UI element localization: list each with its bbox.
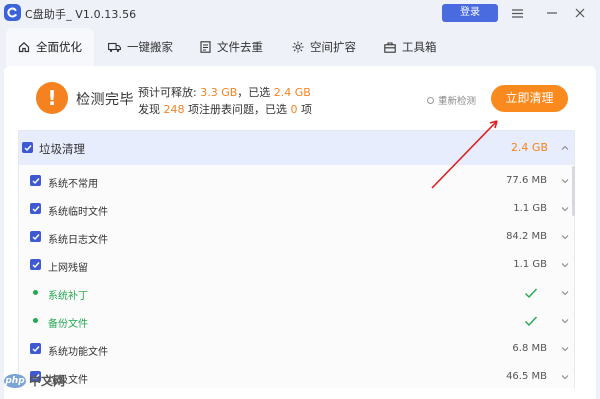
list-item[interactable]: 系统功能文件 6.8 MB <box>19 335 574 363</box>
home-icon <box>18 41 30 53</box>
item-label: 上网残留 <box>48 263 88 274</box>
item-size: 77.6 MB <box>506 175 547 186</box>
tab-label: 空间扩容 <box>310 40 356 54</box>
tab-full-optimize[interactable]: 全面优化 <box>6 28 94 66</box>
chevron-down-icon[interactable] <box>560 372 570 382</box>
list-item[interactable]: 备份文件 <box>19 307 574 335</box>
chevron-down-icon[interactable] <box>560 260 570 270</box>
chevron-down-icon[interactable] <box>560 316 570 326</box>
tab-space-expand[interactable]: 空间扩容 <box>292 28 372 66</box>
registry-mid-label: 项注册表问题，已选 <box>188 103 287 116</box>
tab-toolbox[interactable]: 工具箱 <box>384 28 464 66</box>
close-icon[interactable] <box>568 2 592 24</box>
app-logo-icon <box>4 4 21 21</box>
chevron-down-icon[interactable] <box>560 176 570 186</box>
category-label: 垃圾清理 <box>39 142 85 156</box>
release-total: 3.3 GB <box>200 86 238 99</box>
chevron-down-icon[interactable] <box>560 232 570 242</box>
registry-summary: 发现 248 项注册表问题，已选 0 项 <box>138 101 312 117</box>
check-mark-icon <box>525 316 538 327</box>
category-checkbox[interactable] <box>22 142 33 153</box>
list-item[interactable]: 系统日志文件 84.2 MB <box>19 223 574 251</box>
chevron-down-icon[interactable] <box>560 204 570 214</box>
item-size: 46.5 MB <box>506 371 547 382</box>
tab-one-click-move[interactable]: 一键搬家 <box>108 28 188 66</box>
minimize-icon[interactable] <box>540 2 564 24</box>
list-scrollbar[interactable] <box>572 166 575 216</box>
login-button[interactable]: 登录 <box>442 4 498 22</box>
item-size: 84.2 MB <box>506 231 547 242</box>
tab-file-dedup[interactable]: 文件去重 <box>200 28 280 66</box>
release-selected: 2.4 GB <box>273 86 311 99</box>
item-label: 系统临时文件 <box>48 207 108 218</box>
list-item[interactable]: 上网残留 1.1 GB <box>19 251 574 279</box>
item-checkbox[interactable] <box>30 343 41 354</box>
registry-selected: 0 <box>290 103 298 116</box>
registry-label: 发现 <box>138 103 160 116</box>
menu-icon[interactable] <box>505 2 529 24</box>
check-mark-icon <box>525 288 538 299</box>
chevron-up-icon[interactable] <box>560 143 570 153</box>
release-summary: 预计可释放: 3.3 GB，已选 2.4 GB <box>138 84 311 100</box>
item-label: 系统不常用 <box>48 179 98 190</box>
tab-label: 工具箱 <box>402 40 437 54</box>
item-checkbox[interactable] <box>30 203 41 214</box>
item-checkbox[interactable] <box>30 259 41 270</box>
file-icon <box>200 41 211 53</box>
item-label: 系统补丁 <box>48 291 88 302</box>
title-bar: C盘助手_ V1.0.13.56 登录 <box>0 0 600 28</box>
item-label: 系统日志文件 <box>48 235 108 246</box>
php-logo-icon: php <box>4 373 26 388</box>
item-label: 备份文件 <box>48 319 88 330</box>
registry-suffix: 项 <box>301 103 312 116</box>
rescan-link[interactable]: 重新检测 <box>427 93 476 107</box>
release-label: 预计可释放: <box>138 86 197 99</box>
watermark: php 中文网 <box>4 372 65 389</box>
item-size: 6.8 MB <box>512 343 547 354</box>
chevron-down-icon[interactable] <box>560 288 570 298</box>
rescan-label: 重新检测 <box>438 96 477 107</box>
warning-icon: ! <box>36 82 68 114</box>
category-row[interactable]: 垃圾清理 2.4 GB <box>19 131 574 165</box>
list-item[interactable]: 系统不常用 77.6 MB <box>19 167 574 195</box>
status-dot-icon <box>33 318 38 323</box>
scan-status-title: 检测完毕 <box>76 92 134 108</box>
expand-icon <box>292 41 304 53</box>
rescan-icon <box>427 96 434 104</box>
list-item[interactable]: 垃圾文件 46.5 MB <box>19 363 574 388</box>
main-tabs: 全面优化 一键搬家 文件去重 空间扩容 工具箱 <box>0 28 600 66</box>
list-item[interactable]: 系统临时文件 1.1 GB <box>19 195 574 223</box>
item-label: 系统功能文件 <box>48 347 108 358</box>
item-size: 1.1 GB <box>513 259 547 270</box>
app-title: C盘助手_ V1.0.13.56 <box>25 8 137 21</box>
chevron-down-icon[interactable] <box>560 344 570 354</box>
cleanup-list: 垃圾清理 2.4 GB 系统不常用 77.6 MB 系统临时文件 1.1 GB 系统日志… <box>18 130 575 388</box>
release-selected-label: ，已选 <box>237 86 271 99</box>
item-checkbox[interactable] <box>30 231 41 242</box>
item-checkbox[interactable] <box>30 175 41 186</box>
registry-count: 248 <box>163 103 185 116</box>
category-size: 2.4 GB <box>510 141 548 154</box>
list-item[interactable]: 系统补丁 <box>19 279 574 307</box>
tab-label: 全面优化 <box>36 40 82 54</box>
watermark-text: 中文网 <box>29 374 66 388</box>
status-dot-icon <box>33 290 38 295</box>
item-size: 1.1 GB <box>513 203 547 214</box>
clean-now-button[interactable]: 立即清理 <box>491 85 568 112</box>
tab-label: 一键搬家 <box>127 40 173 54</box>
toolbox-icon <box>384 41 396 53</box>
truck-icon <box>108 42 121 53</box>
tab-label: 文件去重 <box>217 40 263 54</box>
